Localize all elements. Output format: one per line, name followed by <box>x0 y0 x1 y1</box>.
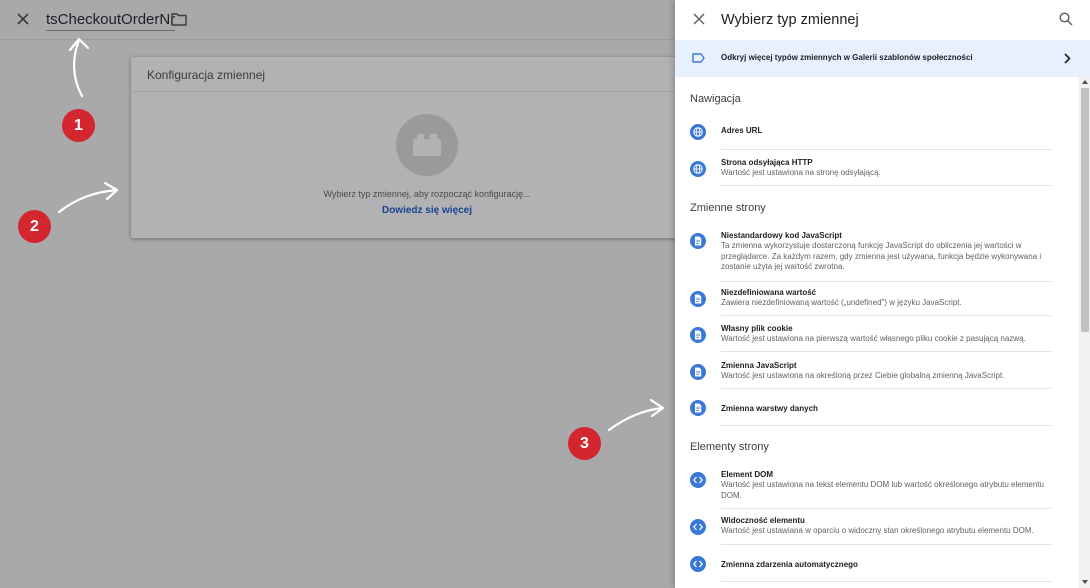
item-divider <box>721 351 1051 352</box>
section-title: Nawigacja <box>690 93 741 105</box>
community-gallery-banner[interactable]: Odkryj więcej typów zmiennych w Galerii … <box>675 40 1090 77</box>
document-icon <box>690 327 706 343</box>
item-divider <box>721 508 1051 509</box>
annotation-badge-3: 3 <box>568 427 601 460</box>
document-icon <box>690 400 706 416</box>
document-icon <box>690 364 706 380</box>
annotation-arrow-2 <box>57 181 119 214</box>
divider <box>131 91 691 92</box>
variable-type-description: Ta zmienna wykorzystuje dostarczoną funk… <box>721 241 1042 271</box>
learn-more-link[interactable]: Dowiedz się więcej <box>131 205 723 216</box>
panel-title: Wybierz typ zmiennej <box>721 12 859 28</box>
globe-icon <box>690 124 706 140</box>
variable-type-description: Wartość jest ustawiona na stronę odsyłaj… <box>721 168 881 177</box>
section-title: Zmienne strony <box>690 202 766 214</box>
variable-type-description: Wartość jest ustawiona na określoną prze… <box>721 371 1005 380</box>
variable-name-field[interactable]: tsCheckoutOrderNr <box>46 11 176 31</box>
folder-icon[interactable] <box>171 12 187 26</box>
variable-type-description: Wartość jest ustawiona na pierwszą warto… <box>721 334 1026 343</box>
annotation-badge-1: 1 <box>62 109 95 142</box>
config-card-title: Konfiguracja zmiennej <box>147 68 266 82</box>
close-icon[interactable] <box>692 12 706 26</box>
variable-type-title: Zmienna zdarzenia automatycznego <box>721 560 858 569</box>
gallery-banner-text: Odkryj więcej typów zmiennych w Galerii … <box>721 53 973 62</box>
variable-type-title: Zmienna warstwy danych <box>721 404 818 413</box>
annotation-arrow-1 <box>68 37 90 98</box>
scrollbar-thumb[interactable] <box>1081 88 1089 332</box>
variable-type-description: Zawiera niezdefiniowaną wartość („undefi… <box>721 298 962 307</box>
variable-type-description: Wartość jest ustawiana w oparciu o widoc… <box>721 526 1034 535</box>
editor-topbar: tsCheckoutOrderNr <box>0 0 675 40</box>
config-hint-text: Wybierz typ zmiennej, aby rozpocząć konf… <box>323 189 531 199</box>
item-divider <box>721 425 1051 426</box>
variable-type-title: Własny plik cookie <box>721 324 793 333</box>
globe-icon <box>690 161 706 177</box>
variable-type-panel: Wybierz typ zmiennej Odkryj więcej typów… <box>675 0 1090 588</box>
close-icon[interactable] <box>14 10 34 30</box>
variable-type-title: Niestandardowy kod JavaScript <box>721 231 842 240</box>
item-divider <box>721 281 1051 282</box>
document-icon <box>690 291 706 307</box>
document-icon <box>690 233 706 249</box>
variable-type-title: Element DOM <box>721 470 774 479</box>
panel-header: Wybierz typ zmiennej <box>675 0 1090 40</box>
search-icon[interactable] <box>1059 12 1073 26</box>
variable-type-title: Adres URL <box>721 126 763 135</box>
item-divider <box>721 185 1051 186</box>
label-tag-icon <box>692 53 705 63</box>
item-divider <box>721 581 1051 582</box>
chevron-right-icon <box>1064 53 1071 64</box>
variable-type-placeholder[interactable] <box>396 114 458 176</box>
variable-type-title: Zmienna JavaScript <box>721 361 797 370</box>
item-divider <box>721 315 1051 316</box>
variable-type-title: Strona odsyłająca HTTP <box>721 158 813 167</box>
scroll-down-arrow[interactable] <box>1082 580 1088 584</box>
code-icon <box>690 519 706 535</box>
code-icon <box>690 556 706 572</box>
lego-brick-icon <box>413 134 441 156</box>
scroll-up-arrow[interactable] <box>1082 80 1088 84</box>
variable-configuration-card[interactable]: Konfiguracja zmiennej Wybierz typ zmienn… <box>131 57 691 238</box>
annotation-badge-2: 2 <box>18 210 51 243</box>
variable-type-title: Widoczność elementu <box>721 516 805 525</box>
variable-type-title: Niezdefiniowana wartość <box>721 288 817 297</box>
item-divider <box>721 388 1051 389</box>
item-divider <box>721 544 1051 545</box>
item-divider <box>721 149 1051 150</box>
variable-type-description: Wartość jest ustawiona na tekst elementu… <box>721 480 1044 500</box>
section-title: Elementy strony <box>690 441 769 453</box>
annotation-arrow-3 <box>607 398 665 432</box>
code-icon <box>690 472 706 488</box>
